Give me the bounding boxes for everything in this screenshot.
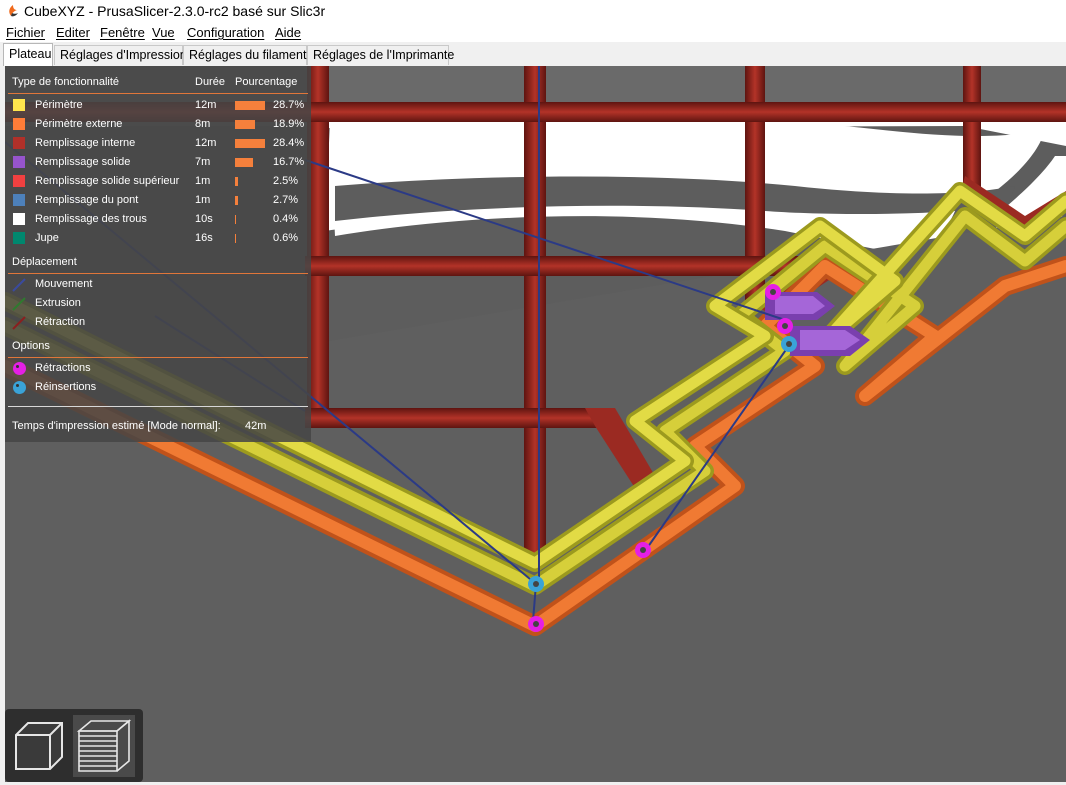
color-swatch bbox=[13, 232, 25, 244]
view-toolbar bbox=[5, 709, 143, 782]
menu-aide[interactable]: Aide bbox=[275, 25, 301, 40]
color-swatch bbox=[13, 99, 25, 111]
feature-percent: 0.4% bbox=[273, 213, 299, 225]
legend-separator bbox=[8, 357, 308, 358]
feature-name: Remplissage du pont bbox=[35, 194, 139, 206]
percent-bar bbox=[235, 158, 253, 167]
feature-percent: 2.7% bbox=[273, 194, 299, 206]
feature-time: 1m bbox=[195, 194, 211, 206]
percent-bar bbox=[235, 101, 265, 110]
3d-view-icon[interactable] bbox=[8, 715, 70, 777]
tab-print-settings[interactable]: Réglages d'Impression bbox=[54, 45, 187, 65]
feature-time: 12m bbox=[195, 137, 217, 149]
feature-percent: 16.7% bbox=[273, 156, 305, 168]
legend-header-percent: Pourcentage bbox=[235, 76, 298, 88]
legend-separator bbox=[8, 273, 308, 274]
feature-percent: 28.7% bbox=[273, 99, 305, 111]
feature-time: 12m bbox=[195, 99, 217, 111]
color-swatch bbox=[13, 137, 25, 149]
legend-header-feature: Type de fonctionnalité bbox=[12, 76, 120, 88]
menu-editer[interactable]: Editer bbox=[56, 25, 90, 40]
feature-percent: 18.9% bbox=[273, 118, 305, 130]
legend-options-title: Options bbox=[12, 340, 50, 352]
retraction-line-icon bbox=[12, 316, 26, 330]
percent-bar bbox=[235, 120, 255, 129]
tab-filament-settings[interactable]: Réglages du filament bbox=[183, 45, 307, 65]
retraction-marker-icon bbox=[13, 362, 26, 375]
prusaslicer-logo-icon bbox=[9, 5, 18, 17]
feature-time: 8m bbox=[195, 118, 211, 130]
legend-separator bbox=[8, 406, 308, 407]
feature-time: 7m bbox=[195, 156, 211, 168]
color-swatch bbox=[13, 175, 25, 187]
estimate-value: 42m bbox=[245, 420, 267, 432]
feature-time: 1m bbox=[195, 175, 211, 187]
travel-name: Rétraction bbox=[35, 316, 86, 328]
window-title: CubeXYZ - PrusaSlicer-2.3.0-rc2 basé sur… bbox=[24, 3, 326, 19]
menu-vue[interactable]: Vue bbox=[152, 25, 175, 40]
title-bar: CubeXYZ - PrusaSlicer-2.3.0-rc2 basé sur… bbox=[0, 0, 1066, 22]
percent-bar bbox=[235, 139, 265, 148]
deretraction-marker-icon bbox=[13, 381, 26, 394]
color-swatch bbox=[13, 213, 25, 225]
menu-fenetre[interactable]: Fenêtre bbox=[100, 25, 145, 40]
option-name: Rétractions bbox=[35, 362, 91, 374]
percent-bar bbox=[235, 234, 236, 243]
feature-name: Périmètre externe bbox=[35, 118, 123, 130]
feature-name: Périmètre bbox=[35, 99, 83, 111]
legend-header-time: Durée bbox=[195, 76, 225, 88]
feature-name: Jupe bbox=[35, 232, 59, 244]
estimate-label: Temps d'impression estimé [Mode normal]: bbox=[12, 420, 221, 432]
feature-name: Remplissage interne bbox=[35, 137, 136, 149]
feature-time: 16s bbox=[195, 232, 213, 244]
color-swatch bbox=[13, 194, 25, 206]
option-name: Réinsertions bbox=[35, 381, 97, 393]
menu-fichier[interactable]: Fichier bbox=[6, 25, 45, 40]
feature-name: Remplissage solide supérieur bbox=[35, 175, 180, 187]
menu-bar: Fichier Editer Fenêtre Vue Configuration… bbox=[0, 22, 1066, 42]
feature-percent: 28.4% bbox=[273, 137, 305, 149]
feature-percent: 0.6% bbox=[273, 232, 299, 244]
percent-bar bbox=[235, 177, 238, 186]
layers-view-icon[interactable] bbox=[73, 715, 135, 777]
menu-configuration[interactable]: Configuration bbox=[187, 25, 264, 40]
travel-name: Extrusion bbox=[35, 297, 81, 309]
legend-panel: Type de fonctionnalité Durée Pourcentage… bbox=[5, 66, 311, 442]
tab-plateau[interactable]: Plateau bbox=[3, 43, 53, 66]
color-swatch bbox=[13, 156, 25, 168]
percent-bar bbox=[235, 196, 238, 205]
legend-separator bbox=[8, 93, 308, 94]
travel-name: Mouvement bbox=[35, 278, 93, 290]
feature-percent: 2.5% bbox=[273, 175, 299, 187]
legend-travel-title: Déplacement bbox=[12, 256, 77, 268]
color-swatch bbox=[13, 118, 25, 130]
tab-bar: Plateau Réglages d'Impression Réglages d… bbox=[0, 42, 1066, 67]
feature-name: Remplissage solide bbox=[35, 156, 131, 168]
feature-time: 10s bbox=[195, 213, 213, 225]
extrusion-line-icon bbox=[12, 297, 26, 311]
percent-bar bbox=[235, 215, 236, 224]
travel-line-icon bbox=[12, 278, 26, 292]
tab-printer-settings[interactable]: Réglages de l'Imprimante bbox=[307, 45, 454, 65]
feature-name: Remplissage des trous bbox=[35, 213, 147, 225]
